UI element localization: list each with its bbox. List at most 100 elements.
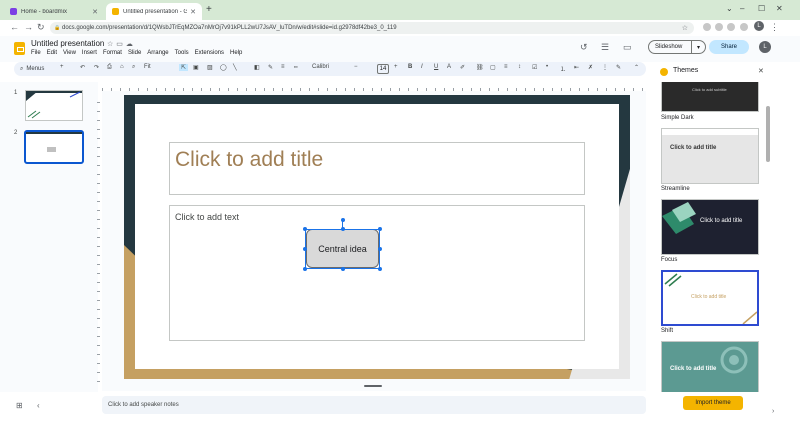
link-icon[interactable]: ⛓ xyxy=(476,64,484,71)
forward-icon[interactable]: → xyxy=(24,22,33,32)
browser-tab-boardmix[interactable]: Home - boardmix ✕ xyxy=(4,3,104,20)
highlight-icon[interactable]: ✐ xyxy=(460,64,465,71)
share-button[interactable]: Share xyxy=(709,40,749,54)
menu-slide[interactable]: Slide xyxy=(128,50,141,56)
collapse-panel-icon[interactable]: ‹ xyxy=(37,401,40,410)
redo-icon[interactable]: ↷ xyxy=(94,64,99,71)
bulleted-list-icon[interactable]: • xyxy=(546,64,548,70)
text-box-icon[interactable]: ▣ xyxy=(193,64,199,71)
resize-handle[interactable] xyxy=(378,267,382,271)
chevron-up-icon[interactable]: ⌃ xyxy=(634,64,639,71)
minimize-icon[interactable]: – xyxy=(740,4,744,13)
theme-focus[interactable]: Click to add title xyxy=(661,199,759,255)
menu-arrange[interactable]: Arrange xyxy=(147,50,168,56)
menu-extensions[interactable]: Extensions xyxy=(195,50,224,56)
numbered-list-icon[interactable]: ⒈ xyxy=(560,64,566,73)
image-icon[interactable]: ▨ xyxy=(207,64,213,71)
history-icon[interactable]: ↺ xyxy=(580,42,588,53)
paint-format-icon[interactable]: ⌂ xyxy=(120,64,124,70)
window-close-icon[interactable]: ✕ xyxy=(776,4,783,13)
document-title[interactable]: Untitled presentation xyxy=(31,39,104,48)
resize-handle[interactable] xyxy=(341,227,345,231)
extension-icon[interactable] xyxy=(715,23,723,31)
border-dash-icon[interactable]: ┅ xyxy=(294,64,298,71)
chevron-down-icon[interactable]: ⌄ xyxy=(726,4,733,13)
slides-logo-icon[interactable] xyxy=(14,42,25,55)
cloud-status-icon[interactable]: ☁ xyxy=(126,41,136,48)
grid-view-icon[interactable]: ⊞ xyxy=(16,401,23,410)
vertical-ruler[interactable] xyxy=(94,94,100,382)
url-bar[interactable]: 🔒 docs.google.com/presentation/d/1QWsbJT… xyxy=(50,22,694,34)
back-icon[interactable]: ← xyxy=(10,22,19,32)
new-slide-icon[interactable]: + xyxy=(60,64,64,70)
menu-insert[interactable]: Insert xyxy=(82,50,97,56)
speaker-notes[interactable]: Click to add speaker notes xyxy=(102,396,646,414)
slide-thumbnail-2[interactable] xyxy=(24,130,84,164)
close-icon[interactable]: ✕ xyxy=(92,8,98,16)
close-icon[interactable]: ✕ xyxy=(190,8,196,16)
move-folder-icon[interactable]: ▭ xyxy=(116,41,126,48)
fill-color-icon[interactable]: ◧ xyxy=(254,64,260,71)
border-color-icon[interactable]: ✎ xyxy=(268,64,273,71)
decrease-font-icon[interactable]: − xyxy=(354,64,358,70)
more-icon[interactable]: ⋮ xyxy=(602,64,608,71)
menus-search[interactable]: ⌕ Menus xyxy=(20,64,44,74)
align-icon[interactable]: ≡ xyxy=(504,64,508,70)
browser-tab-slides[interactable]: Untitled presentation - Goog ✕ xyxy=(106,3,202,20)
account-avatar[interactable]: L xyxy=(759,41,771,53)
central-idea-shape[interactable]: Central idea xyxy=(306,229,379,268)
slide-thumbnail-1[interactable] xyxy=(25,90,83,121)
undo-icon[interactable]: ↶ xyxy=(80,64,85,71)
horizontal-ruler[interactable] xyxy=(102,82,646,91)
puzzle-icon[interactable] xyxy=(727,23,735,31)
resize-handle[interactable] xyxy=(303,227,307,231)
comment-icon[interactable]: ▢ xyxy=(490,64,496,71)
resize-handle[interactable] xyxy=(378,247,382,251)
menu-edit[interactable]: Edit xyxy=(47,50,57,56)
kebab-menu-icon[interactable]: ⋮ xyxy=(770,22,779,33)
extension-icon[interactable] xyxy=(703,23,711,31)
theme-shift[interactable]: Click to add title xyxy=(661,270,759,326)
italic-icon[interactable]: I xyxy=(421,64,423,70)
chevron-down-icon[interactable]: ▾ xyxy=(691,41,705,53)
line-icon[interactable]: ╲ xyxy=(233,64,237,71)
text-color-icon[interactable]: A xyxy=(447,64,451,70)
increase-font-icon[interactable]: + xyxy=(394,64,398,70)
new-tab-icon[interactable]: + xyxy=(206,4,212,15)
rotation-handle[interactable] xyxy=(341,218,345,222)
menu-format[interactable]: Format xyxy=(103,50,122,56)
star-icon[interactable]: ☆ xyxy=(107,41,116,48)
select-icon[interactable]: ⇱ xyxy=(179,64,189,71)
body-placeholder-box[interactable] xyxy=(169,205,585,341)
resize-handle[interactable] xyxy=(303,247,307,251)
resize-handle[interactable] xyxy=(378,227,382,231)
indent-icon[interactable]: ⇤ xyxy=(574,64,579,71)
zoom-select[interactable]: Fit xyxy=(144,64,151,70)
clear-format-icon[interactable]: ✗ xyxy=(588,64,593,71)
comments-icon[interactable]: ☰ xyxy=(601,42,609,53)
border-weight-icon[interactable]: ≡ xyxy=(281,64,285,70)
pen-icon[interactable]: ✎ xyxy=(616,64,621,71)
meet-icon[interactable]: ▭ xyxy=(623,42,632,53)
zoom-icon[interactable]: ⌕ xyxy=(132,64,135,71)
slideshow-button[interactable]: Slideshow ▾ xyxy=(648,40,706,54)
import-theme-button[interactable]: Import theme xyxy=(683,396,743,410)
shape-icon[interactable]: ◯ xyxy=(220,64,227,71)
browser-profile-avatar[interactable]: L xyxy=(754,21,764,31)
font-size-input[interactable]: 14 xyxy=(377,64,389,74)
chevron-right-icon[interactable]: › xyxy=(772,408,774,415)
checklist-icon[interactable]: ☑ xyxy=(532,64,537,71)
notes-resize-handle[interactable] xyxy=(364,385,382,387)
menu-file[interactable]: File xyxy=(31,50,41,56)
line-spacing-icon[interactable]: ↕ xyxy=(518,64,521,70)
theme-simple-dark[interactable]: Click to add subtitle xyxy=(661,82,759,112)
menu-help[interactable]: Help xyxy=(230,50,242,56)
theme-streamline[interactable]: Click to add title xyxy=(661,128,759,184)
close-icon[interactable]: ✕ xyxy=(758,67,764,75)
menu-view[interactable]: View xyxy=(63,50,76,56)
resize-handle[interactable] xyxy=(303,267,307,271)
bold-icon[interactable]: B xyxy=(408,64,412,70)
maximize-icon[interactable]: ☐ xyxy=(758,4,765,13)
themes-scrollbar[interactable] xyxy=(766,106,770,162)
bookmark-star-icon[interactable]: ☆ xyxy=(682,24,688,32)
